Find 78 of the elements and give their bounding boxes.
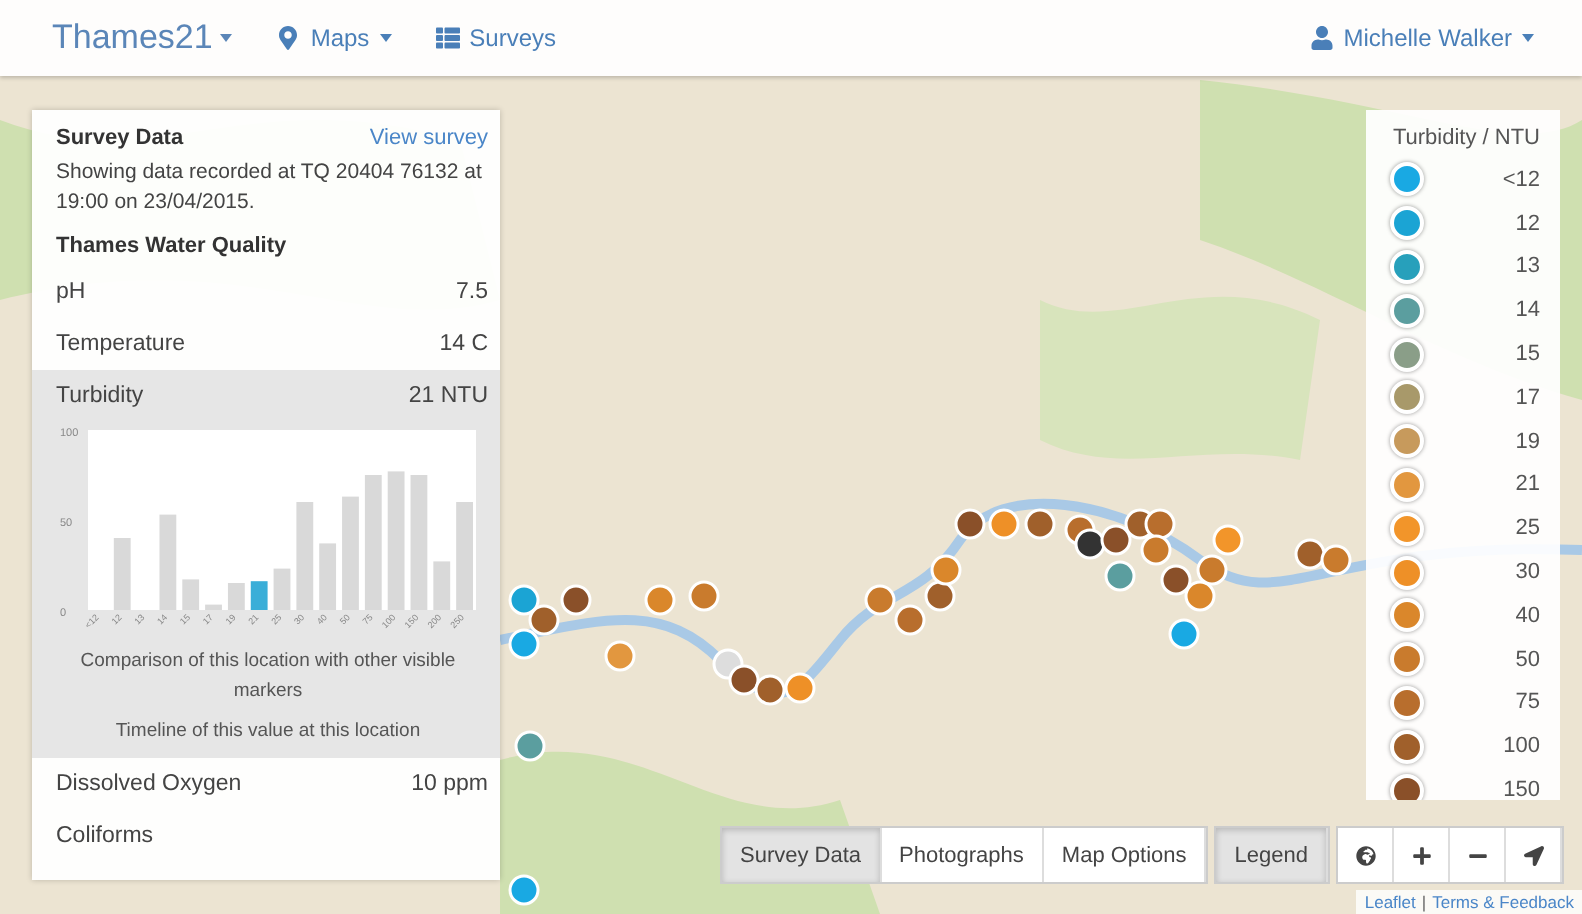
map-marker[interactable] [1184, 580, 1216, 612]
map-marker[interactable] [688, 580, 720, 612]
map-marker[interactable] [1212, 524, 1244, 556]
legend-label: 17 [1515, 385, 1540, 410]
brand-menu[interactable]: Thames21 [52, 18, 233, 58]
map-marker[interactable] [930, 554, 962, 586]
map-marker[interactable] [1104, 560, 1136, 592]
legend-label: 150 [1503, 778, 1540, 800]
row-label: Temperature [56, 332, 186, 357]
row-label: Dissolved Oxygen [56, 772, 242, 797]
data-row[interactable]: Temperature 14 C [32, 318, 500, 371]
attribution-link[interactable]: Terms & Feedback [1432, 892, 1574, 912]
row-value: 21 NTU [408, 384, 488, 409]
map-marker[interactable] [1024, 508, 1056, 540]
map-marker[interactable] [508, 628, 540, 660]
map-marker[interactable] [1196, 554, 1228, 586]
nav-link[interactable]: Surveys [435, 24, 557, 52]
map-marker[interactable] [560, 584, 592, 616]
map-marker[interactable] [954, 508, 986, 540]
map-marker[interactable] [1160, 564, 1192, 596]
timeline-caption: Timeline of this value at this location [115, 717, 421, 746]
zoom-in-icon [1411, 845, 1432, 865]
map-marker[interactable] [1100, 524, 1132, 556]
map-marker[interactable] [508, 584, 540, 616]
map-marker[interactable] [1320, 544, 1352, 576]
row-value: 14 C [439, 332, 488, 357]
row-value: 7.5 [456, 280, 488, 305]
nav-link[interactable]: Maps [276, 24, 392, 52]
legend-label: 40 [1515, 603, 1540, 628]
user-menu[interactable]: Michelle Walker [1309, 24, 1534, 52]
legend-label: 50 [1515, 647, 1540, 672]
globe-icon [1355, 845, 1376, 865]
map-marker[interactable] [508, 874, 540, 906]
legend-label: 15 [1515, 342, 1540, 367]
legend-label: 100 [1503, 734, 1540, 759]
row-label: Turbidity [56, 384, 144, 409]
panel-title: Survey Data [56, 126, 184, 150]
separator: | [1421, 892, 1427, 912]
legend-label: 13 [1515, 254, 1540, 279]
data-row[interactable]: Dissolved Oxygen 10 ppm [32, 758, 500, 811]
section-heading: Thames Water Quality [54, 232, 289, 263]
legend-label: 12 [1515, 211, 1540, 236]
map-marker[interactable] [864, 584, 896, 616]
map-marker[interactable] [988, 508, 1020, 540]
map-marker[interactable] [728, 664, 760, 696]
legend-label: 75 [1515, 690, 1540, 715]
data-row[interactable]: Turbidity 21 NTU [32, 370, 500, 423]
legend-label: 14 [1515, 298, 1540, 323]
map-marker[interactable] [528, 604, 560, 636]
legend-label: 21 [1515, 472, 1540, 497]
caret-icon [220, 34, 233, 42]
caret-icon [1522, 34, 1534, 42]
row-label: Coliforms [56, 824, 154, 849]
map-marker-icon [276, 26, 301, 50]
map-marker[interactable] [1140, 534, 1172, 566]
legend-label: 25 [1515, 516, 1540, 541]
legend-label: <12 [1502, 167, 1540, 192]
legend-toggle[interactable]: Legend [1216, 828, 1329, 882]
panel-tab[interactable]: Survey Data [722, 828, 882, 882]
legend-label: 30 [1515, 560, 1540, 585]
survey-description: Showing data recorded at TQ 20404 76132 at 19:00 on 23/04/2015. [54, 158, 484, 219]
user-icon [1309, 26, 1334, 50]
map-marker[interactable] [604, 640, 636, 672]
map-marker[interactable] [1168, 618, 1200, 650]
chart-caption: Comparison of this location with other visible markers [78, 648, 458, 706]
legend-label: 19 [1515, 429, 1540, 454]
row-label: pH [56, 280, 86, 305]
attribution-link[interactable]: Leaflet [1364, 892, 1416, 912]
map-marker[interactable] [894, 604, 926, 636]
data-row[interactable]: pH 7.5 [32, 266, 500, 319]
map-marker[interactable] [514, 730, 546, 762]
row-value: 10 ppm [411, 772, 488, 797]
location-arrow-icon [1523, 845, 1544, 865]
legend-title: Turbidity / NTU [1390, 126, 1540, 150]
map-marker[interactable] [644, 584, 676, 616]
list-icon [435, 26, 460, 50]
view-survey-link[interactable]: View survey [369, 126, 488, 150]
data-row[interactable]: Coliforms [32, 810, 500, 863]
